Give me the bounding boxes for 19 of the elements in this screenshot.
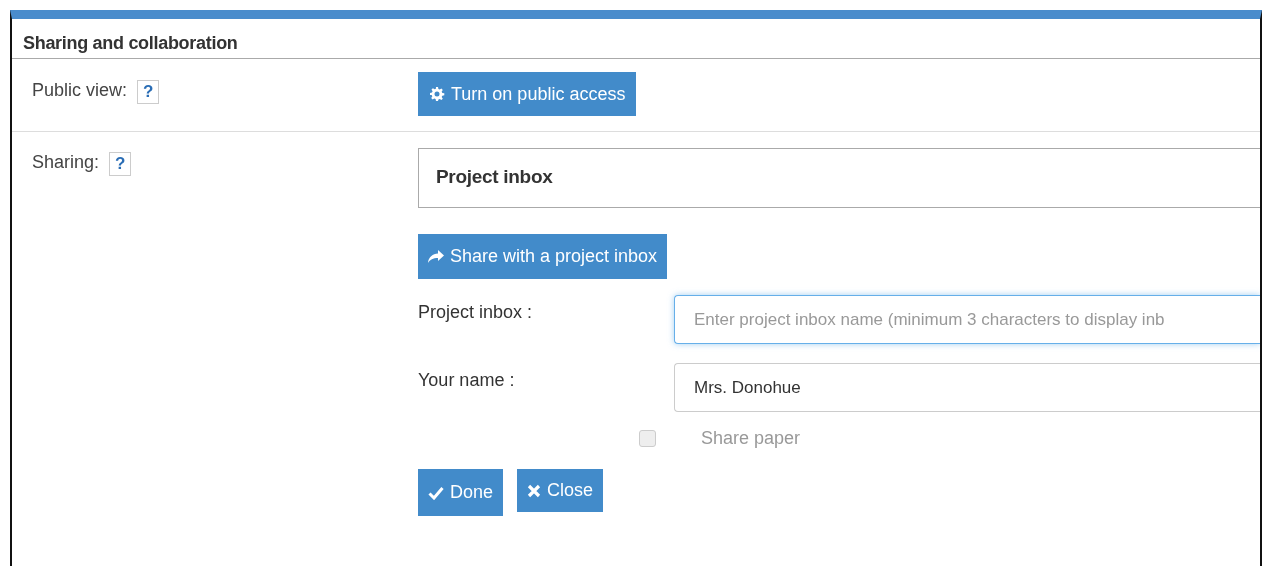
panel-title: Sharing and collaboration (12, 19, 1260, 59)
close-button[interactable]: Close (517, 469, 604, 512)
field-label: Public view: (32, 80, 128, 101)
arrow-icon (428, 249, 444, 264)
text-field[interactable]: Enter project inbox name (minimum 3 characters to display inb (674, 295, 1260, 344)
checkbox-label: Share paper (701, 428, 801, 449)
help-button[interactable]: ? (109, 152, 132, 176)
check-icon (428, 485, 444, 500)
close-icon (527, 483, 542, 498)
gear-icon (429, 86, 445, 102)
done-button[interactable]: Done (418, 469, 504, 516)
public-access-button[interactable]: Turn on public access (418, 72, 637, 116)
text-field[interactable]: Mrs. Donohue (674, 363, 1260, 412)
share-button[interactable]: Share with a project inbox (418, 234, 668, 279)
help-button[interactable]: ? (137, 80, 160, 104)
field-label: Project inbox : (418, 301, 534, 323)
field-label: Your name : (418, 369, 516, 391)
section-heading: Project inbox (418, 148, 1260, 208)
field-label: Sharing: (32, 152, 100, 173)
